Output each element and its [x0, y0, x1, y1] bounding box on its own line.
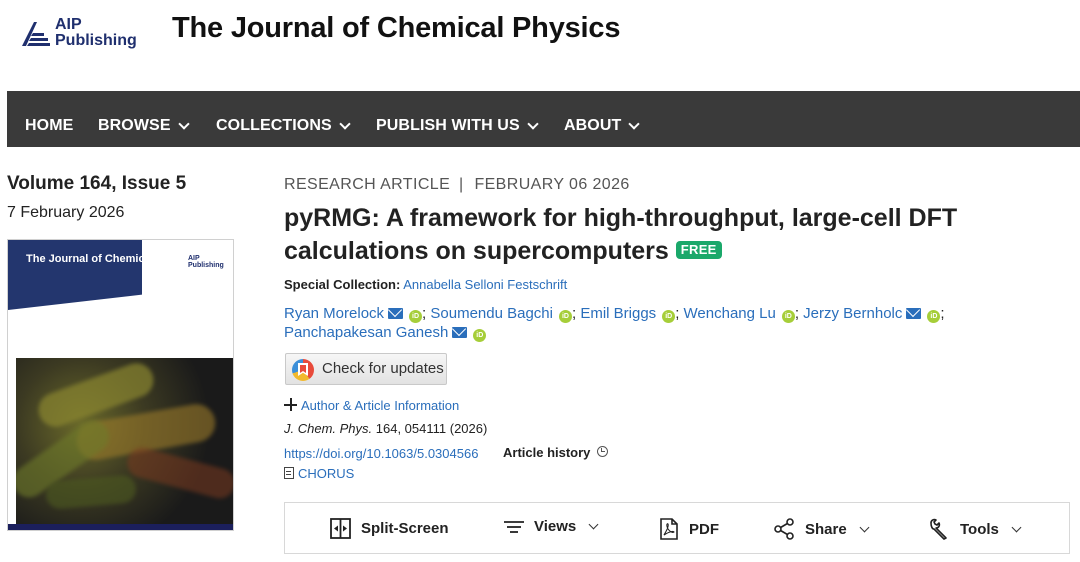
- tools-icon: [930, 518, 947, 540]
- chevron-down-icon: [1011, 522, 1022, 532]
- orcid-icon[interactable]: iD: [558, 310, 572, 323]
- chorus-link[interactable]: CHORUS: [298, 466, 354, 481]
- check-updates-icon: [292, 359, 314, 381]
- split-screen-icon: [330, 518, 351, 539]
- issue-cover-image[interactable]: The Journal of Chemical Physics AIP Publ…: [7, 239, 234, 531]
- orcid-icon[interactable]: iD: [409, 310, 423, 323]
- author-link[interactable]: Ryan Morelock: [284, 305, 384, 322]
- nav-collections[interactable]: COLLECTIONS: [216, 117, 351, 135]
- views-icon: [504, 520, 524, 533]
- chevron-down-icon: [177, 118, 190, 130]
- special-collection-label: Special Collection:: [284, 277, 401, 292]
- nav-about[interactable]: ABOUT: [564, 117, 641, 135]
- orcid-icon[interactable]: iD: [662, 310, 676, 323]
- author-link[interactable]: Jerzy Bernholc: [803, 305, 902, 322]
- chorus: CHORUS: [284, 466, 354, 481]
- check-updates-label: Check for updates: [322, 360, 444, 377]
- email-icon[interactable]: [452, 327, 468, 338]
- article-title-text: pyRMG: A framework for high-throughput, …: [284, 204, 958, 265]
- share-icon: [774, 518, 794, 540]
- pdf-button[interactable]: PDF: [659, 518, 719, 540]
- citation: J. Chem. Phys. 164, 054111 (2026): [284, 421, 487, 436]
- nav-home-label: HOME: [25, 117, 74, 134]
- plus-icon: [284, 398, 297, 411]
- author-article-info-toggle[interactable]: Author & Article Information: [284, 398, 459, 413]
- doi-link[interactable]: https://doi.org/10.1063/5.0304566: [284, 446, 478, 461]
- orcid-icon[interactable]: iD: [781, 310, 795, 323]
- orcid-icon[interactable]: iD: [473, 329, 487, 342]
- author-list: Ryan Morelock iD; Soumendu Bagchi iD; Emil…: [284, 305, 945, 342]
- article-type-line: RESEARCH ARTICLE | FEBRUARY 06 2026: [284, 176, 630, 194]
- split-screen-label: Split-Screen: [361, 520, 449, 537]
- article-history-button[interactable]: Article history: [503, 445, 609, 460]
- issue-date: 7 February 2026: [7, 204, 125, 221]
- email-icon[interactable]: [388, 308, 404, 319]
- nav-about-label: ABOUT: [564, 117, 622, 134]
- cover-bottom-bar: [8, 524, 233, 530]
- main-nav: HOME BROWSE COLLECTIONS PUBLISH WITH US …: [7, 91, 1080, 147]
- author-link[interactable]: Panchapakesan Ganesh: [284, 324, 448, 341]
- orcid-icon[interactable]: iD: [927, 310, 941, 323]
- views-label: Views: [534, 518, 577, 535]
- chevron-down-icon: [339, 118, 351, 130]
- nav-browse[interactable]: BROWSE: [98, 117, 190, 135]
- article-title: pyRMG: A framework for high-throughput, …: [284, 202, 1064, 268]
- article-toolbar: Split-Screen Views PDF Share Tools: [284, 502, 1070, 554]
- author-info-link[interactable]: Author & Article Information: [301, 398, 459, 413]
- cover-title-band: [8, 240, 142, 310]
- aip-publishing-logo[interactable]: AIP Publishing: [20, 17, 150, 53]
- chevron-down-icon: [628, 118, 641, 130]
- aip-logo-icon: [22, 22, 50, 46]
- author-link[interactable]: Emil Briggs: [580, 305, 656, 322]
- nav-home[interactable]: HOME: [25, 117, 73, 135]
- pdf-label: PDF: [689, 520, 719, 538]
- special-collection-link[interactable]: Annabella Selloni Festschrift: [403, 277, 567, 292]
- separator: |: [459, 176, 464, 193]
- split-screen-button[interactable]: Split-Screen: [330, 518, 449, 539]
- citation-details: 164, 054111 (2026): [375, 421, 488, 436]
- nav-publish-with-us[interactable]: PUBLISH WITH US: [376, 117, 539, 135]
- tools-label: Tools: [960, 520, 999, 538]
- chevron-down-icon: [859, 522, 870, 532]
- history-icon: [597, 446, 609, 457]
- views-dropdown[interactable]: Views: [504, 518, 599, 535]
- cover-title: The Journal of Chemical Physics: [26, 253, 199, 265]
- author-link[interactable]: Soumendu Bagchi: [430, 305, 553, 322]
- article-date: FEBRUARY 06 2026: [474, 176, 630, 193]
- article-history-label: Article history: [503, 445, 591, 460]
- doi: https://doi.org/10.1063/5.0304566: [284, 446, 478, 461]
- citation-journal: J. Chem. Phys.: [284, 421, 373, 436]
- chevron-down-icon: [588, 519, 599, 530]
- pdf-icon: [660, 518, 678, 540]
- journal-title[interactable]: The Journal of Chemical Physics: [172, 12, 620, 45]
- publisher-line2: Publishing: [55, 32, 137, 49]
- check-for-updates-button[interactable]: Check for updates: [285, 353, 447, 385]
- site-header: AIP Publishing The Journal of Chemical P…: [0, 0, 1080, 90]
- free-badge: FREE: [675, 241, 722, 259]
- issue-volume[interactable]: Volume 164, Issue 5: [7, 173, 186, 195]
- share-label: Share: [805, 520, 847, 538]
- cover-artwork: [16, 358, 233, 524]
- special-collection: Special Collection: Annabella Selloni Fe…: [284, 277, 567, 292]
- nav-publish-label: PUBLISH WITH US: [376, 117, 520, 134]
- author-link[interactable]: Wenchang Lu: [684, 305, 776, 322]
- share-dropdown[interactable]: Share: [773, 518, 870, 540]
- document-icon: [284, 467, 294, 479]
- tools-dropdown[interactable]: Tools: [928, 518, 1022, 540]
- nav-browse-label: BROWSE: [98, 117, 171, 134]
- article-type: RESEARCH ARTICLE: [284, 176, 451, 193]
- chevron-down-icon: [527, 118, 539, 130]
- nav-collections-label: COLLECTIONS: [216, 117, 332, 134]
- cover-publisher: AIP Publishing: [188, 255, 224, 269]
- publisher-line1: AIP: [55, 16, 82, 33]
- email-icon[interactable]: [906, 308, 922, 319]
